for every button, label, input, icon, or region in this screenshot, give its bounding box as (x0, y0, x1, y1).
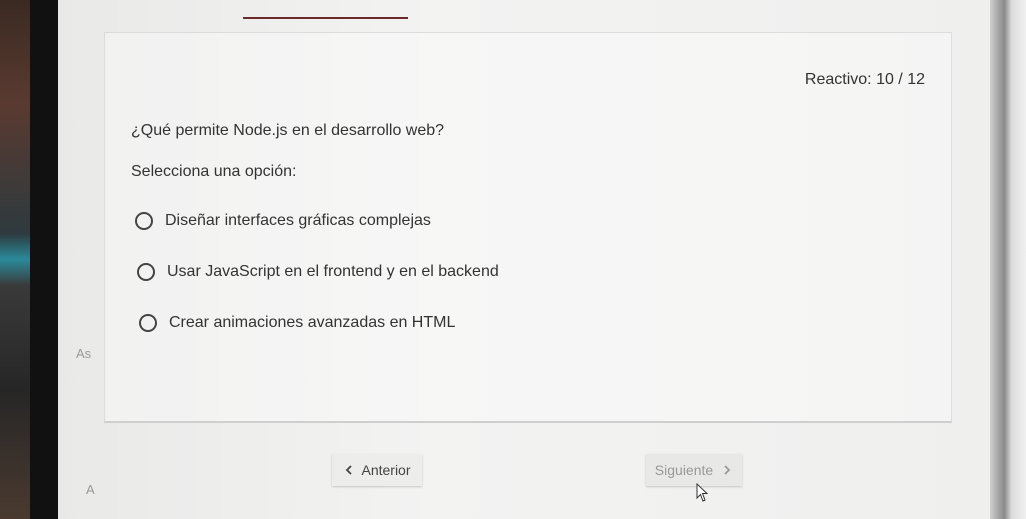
option-label: Diseñar interfaces gráficas complejas (165, 212, 431, 229)
monitor-bezel-right (990, 0, 1026, 519)
header-accent-rule (243, 17, 408, 19)
previous-button[interactable]: Anterior (332, 454, 422, 486)
answer-option-3[interactable]: Crear animaciones avanzadas en HTML (139, 314, 455, 332)
next-button[interactable]: Siguiente (646, 454, 742, 486)
mouse-pointer-icon (696, 482, 710, 508)
question-counter: Reactivo: 10 / 12 (805, 71, 925, 89)
question-card: Reactivo: 10 / 12 ¿Qué permite Node.js e… (104, 32, 952, 423)
answer-option-1[interactable]: Diseñar interfaces gráficas complejas (135, 212, 431, 230)
option-label: Crear animaciones avanzadas en HTML (169, 314, 456, 331)
chevron-left-icon (343, 464, 355, 476)
quiz-screen: As A Reactivo: 10 / 12 ¿Qué permite Node… (58, 0, 990, 519)
instruction-text: Selecciona una opción: (131, 163, 297, 180)
previous-button-label: Anterior (361, 462, 411, 478)
chevron-right-icon (721, 464, 733, 476)
counter-label: Reactivo: (804, 71, 872, 88)
option-label: Usar JavaScript en el frontend y en el b… (167, 263, 499, 280)
side-text-fragment: As (76, 346, 92, 361)
answer-option-2[interactable]: Usar JavaScript en el frontend y en el b… (137, 263, 499, 281)
radio-button[interactable] (137, 263, 155, 281)
next-button-label: Siguiente (654, 462, 714, 478)
radio-button[interactable] (139, 314, 157, 332)
radio-button[interactable] (135, 212, 153, 230)
counter-value: 10 / 12 (876, 71, 925, 88)
side-text-fragment: A (86, 482, 95, 497)
monitor-bezel-left (30, 0, 60, 519)
question-text: ¿Qué permite Node.js en el desarrollo we… (131, 122, 445, 139)
